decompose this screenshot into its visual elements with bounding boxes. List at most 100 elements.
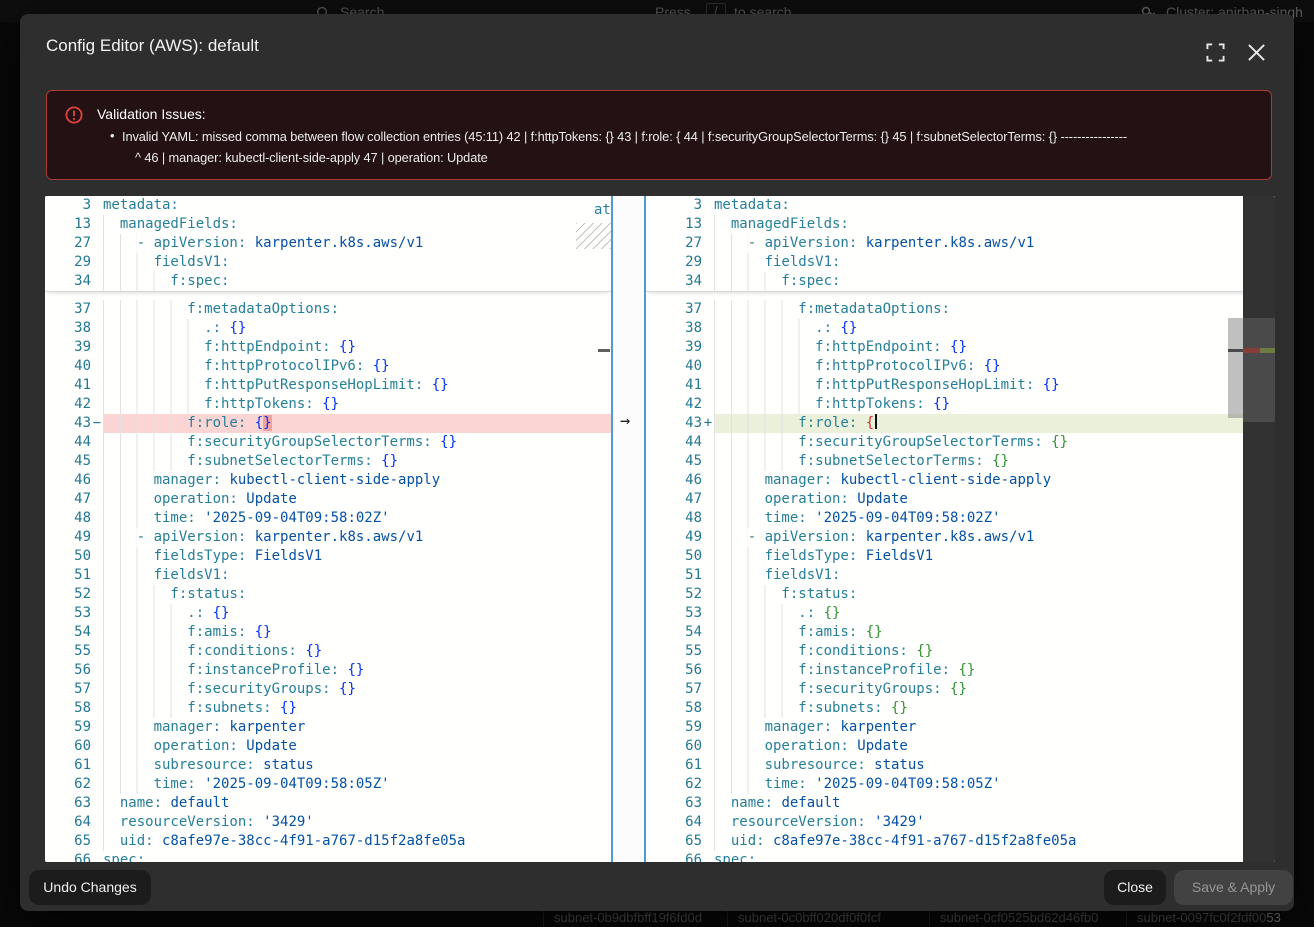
- code-line: 27 - apiVersion: karpenter.k8s.aws/v1: [45, 234, 611, 253]
- code-line: 65 uid: c8afe97e-38cc-4f91-a767-d15f2a8f…: [646, 832, 1275, 851]
- code-line: 53 .: {}: [646, 604, 1275, 623]
- code-line: 51 fieldsV1:: [45, 566, 611, 585]
- code-line: 45 f:subnetSelectorTerms: {}: [45, 452, 611, 471]
- code-line: 60 operation: Update: [45, 737, 611, 756]
- code-line: 61 subresource: status: [646, 756, 1275, 775]
- code-line: 3metadata:: [45, 196, 611, 215]
- code-line: 47 operation: Update: [646, 490, 1275, 509]
- code-line: 3metadata:: [646, 196, 1275, 215]
- code-line: 50 fieldsType: FieldsV1: [646, 547, 1275, 566]
- code-line: 40 f:httpProtocolIPv6: {}: [646, 357, 1275, 376]
- code-line: 59 manager: karpenter: [646, 718, 1275, 737]
- code-line: 39 f:httpEndpoint: {}: [646, 338, 1275, 357]
- code-line: 57 f:securityGroups: {}: [646, 680, 1275, 699]
- validation-title: Validation Issues:: [97, 106, 206, 122]
- diff-sash[interactable]: →: [611, 196, 646, 862]
- yaml-diff-editor: 3metadata:13 managedFields:27 - apiVersi…: [45, 196, 1275, 862]
- code-line: 34 f:spec:: [646, 272, 1275, 291]
- scrollbar-diff-mark: [1228, 349, 1243, 352]
- code-line: 50 fieldsType: FieldsV1: [45, 547, 611, 566]
- code-line: 54 f:amis: {}: [45, 623, 611, 642]
- code-line: 57 f:securityGroups: {}: [45, 680, 611, 699]
- code-line: 66spec:: [646, 851, 1275, 862]
- code-line: 39 f:httpEndpoint: {}: [45, 338, 611, 357]
- config-editor-dialog: Config Editor (AWS): default Validation …: [20, 14, 1294, 911]
- code-line: 47 operation: Update: [45, 490, 611, 509]
- revert-arrow-icon[interactable]: →: [620, 412, 630, 431]
- code-line: 60 operation: Update: [646, 737, 1275, 756]
- code-line: 55 f:conditions: {}: [646, 642, 1275, 661]
- code-line: 38 .: {}: [646, 319, 1275, 338]
- text-cursor: [875, 414, 877, 429]
- code-line: 63 name: default: [646, 794, 1275, 813]
- code-line: 44 f:securityGroupSelectorTerms: {}: [45, 433, 611, 452]
- fullscreen-button[interactable]: [1206, 43, 1228, 65]
- left-scrollbar[interactable]: [597, 196, 611, 862]
- validation-bullet: •: [110, 128, 115, 143]
- code-line: 41 f:httpPutResponseHopLimit: {}: [45, 376, 611, 395]
- code-line: 42 f:httpTokens: {}: [45, 395, 611, 414]
- code-line: 51 fieldsV1:: [646, 566, 1275, 585]
- sticky-scroll-right: 3metadata:13 managedFields:27 - apiVersi…: [646, 196, 1275, 292]
- code-line: 48 time: '2025-09-04T09:58:02Z': [45, 509, 611, 528]
- code-line: 56 f:instanceProfile: {}: [646, 661, 1275, 680]
- code-line: 62 time: '2025-09-04T09:58:05Z': [45, 775, 611, 794]
- validation-message-line1: Invalid YAML: missed comma between flow …: [122, 129, 1262, 144]
- sticky-scroll-left: 3metadata:13 managedFields:27 - apiVersi…: [45, 196, 611, 292]
- code-line: 29 fieldsV1:: [45, 253, 611, 272]
- code-line: 46 manager: kubectl-client-side-apply: [45, 471, 611, 490]
- code-line: 44 f:securityGroupSelectorTerms: {}: [646, 433, 1275, 452]
- code-line: 52 f:status:: [45, 585, 611, 604]
- code-line: 61 subresource: status: [45, 756, 611, 775]
- diff-left-pane[interactable]: 3metadata:13 managedFields:27 - apiVersi…: [45, 196, 611, 862]
- code-line: 29 fieldsV1:: [646, 253, 1275, 272]
- code-line: 56 f:instanceProfile: {}: [45, 661, 611, 680]
- code-line: 64 resourceVersion: '3429': [45, 813, 611, 832]
- code-line: 65 uid: c8afe97e-38cc-4f91-a767-d15f2a8f…: [45, 832, 611, 851]
- error-icon: [65, 106, 83, 124]
- code-line: 49 - apiVersion: karpenter.k8s.aws/v1: [646, 528, 1275, 547]
- close-dialog-button[interactable]: [1247, 43, 1269, 65]
- code-line: 62 time: '2025-09-04T09:58:05Z': [646, 775, 1275, 794]
- scrollbar-slider[interactable]: [1228, 318, 1243, 418]
- code-line: 48 time: '2025-09-04T09:58:02Z': [646, 509, 1275, 528]
- save-apply-button[interactable]: Save & Apply: [1174, 870, 1293, 905]
- undo-changes-button[interactable]: Undo Changes: [29, 870, 151, 905]
- code-line: 53 .: {}: [45, 604, 611, 623]
- code-line: 45 f:subnetSelectorTerms: {}: [646, 452, 1275, 471]
- code-line: 64 resourceVersion: '3429': [646, 813, 1275, 832]
- validation-message-line2: ^ 46 | manager: kubectl-client-side-appl…: [135, 150, 1235, 165]
- code-line: 52 f:status:: [646, 585, 1275, 604]
- code-line: 13 managedFields:: [45, 215, 611, 234]
- code-line: 66spec:: [45, 851, 611, 862]
- dialog-title: Config Editor (AWS): default: [46, 36, 259, 56]
- code-line: 34 f:spec:: [45, 272, 611, 291]
- overview-removed-mark: [1243, 348, 1260, 353]
- clipped-line-sliver: [45, 292, 611, 300]
- overview-added-mark: [1260, 348, 1275, 353]
- code-line: 42 f:httpTokens: {}: [646, 395, 1275, 414]
- right-scrollbar[interactable]: [1228, 196, 1243, 862]
- code-lines-right: 37 f:metadataOptions:38 .: {}39 f:httpEn…: [646, 300, 1275, 862]
- code-line: 55 f:conditions: {}: [45, 642, 611, 661]
- overview-ruler[interactable]: [1243, 196, 1275, 862]
- code-line: 43− f:role: {}: [45, 414, 611, 433]
- code-line: 37 f:metadataOptions:: [646, 300, 1275, 319]
- code-line: 46 manager: kubectl-client-side-apply: [646, 471, 1275, 490]
- code-line: 13 managedFields:: [646, 215, 1275, 234]
- overview-viewport-box[interactable]: [1243, 318, 1275, 422]
- diff-right-pane[interactable]: 3metadata:13 managedFields:27 - apiVersi…: [646, 196, 1275, 862]
- code-line: 43+ f:role: {: [646, 414, 1275, 433]
- code-line: 54 f:amis: {}: [646, 623, 1275, 642]
- code-lines-left: 37 f:metadataOptions:38 .: {}39 f:httpEn…: [45, 300, 611, 862]
- validation-issues-banner: Validation Issues: • Invalid YAML: misse…: [46, 90, 1272, 180]
- code-line: 58 f:subnets: {}: [45, 699, 611, 718]
- code-line: 58 f:subnets: {}: [646, 699, 1275, 718]
- scrollbar-diff-mark: [598, 349, 610, 352]
- close-button[interactable]: Close: [1104, 870, 1166, 905]
- code-line: 40 f:httpProtocolIPv6: {}: [45, 357, 611, 376]
- code-line: 41 f:httpPutResponseHopLimit: {}: [646, 376, 1275, 395]
- code-line: 37 f:metadataOptions:: [45, 300, 611, 319]
- code-line: 63 name: default: [45, 794, 611, 813]
- code-line: 59 manager: karpenter: [45, 718, 611, 737]
